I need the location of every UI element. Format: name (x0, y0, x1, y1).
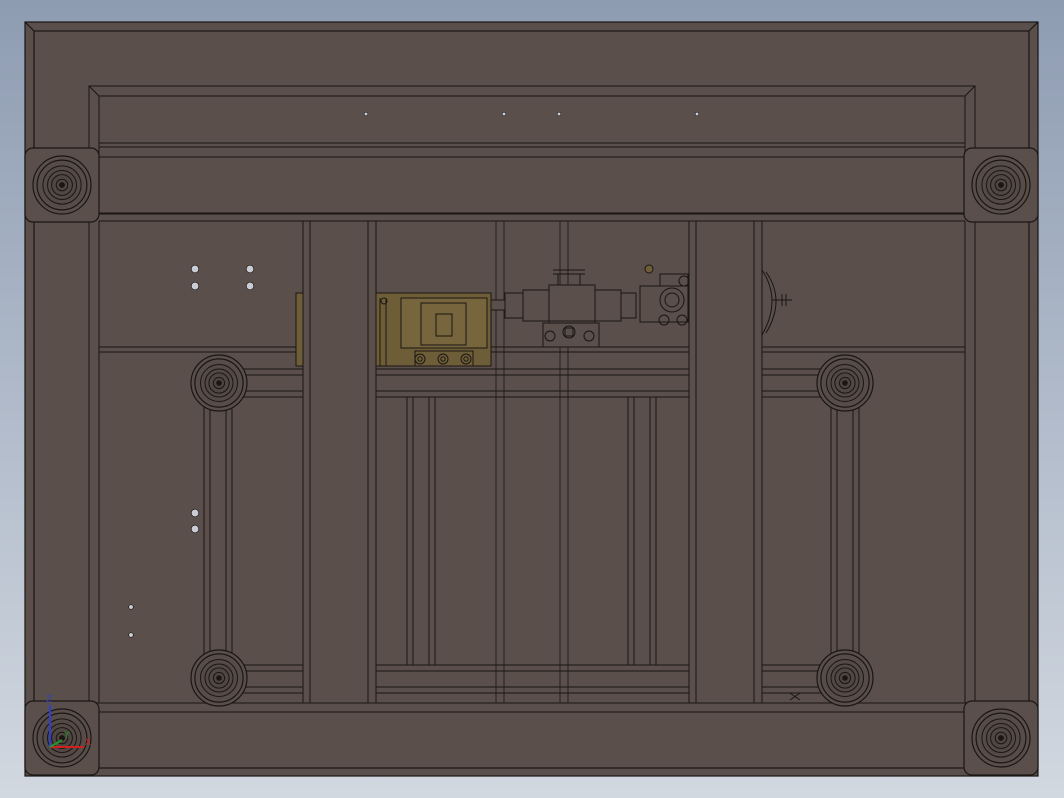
right-post (688, 220, 763, 704)
corner-block-bottom-right (963, 700, 1039, 776)
top-rail (88, 85, 976, 222)
left-post (302, 220, 377, 704)
cad-viewport[interactable]: Z X Y (0, 0, 1064, 798)
corner-block-top-left (24, 147, 100, 223)
caster-wheel-bottom-right (816, 649, 874, 707)
triad-y-label: Y (63, 731, 70, 741)
corner-block-top-right (963, 147, 1039, 223)
caster-wheel-top-right (816, 354, 874, 412)
caster-wheel-top-left (190, 354, 248, 412)
caster-wheel-bottom-left (190, 649, 248, 707)
triad-x-label: X (85, 738, 91, 748)
triad-z-label: Z (46, 695, 52, 705)
